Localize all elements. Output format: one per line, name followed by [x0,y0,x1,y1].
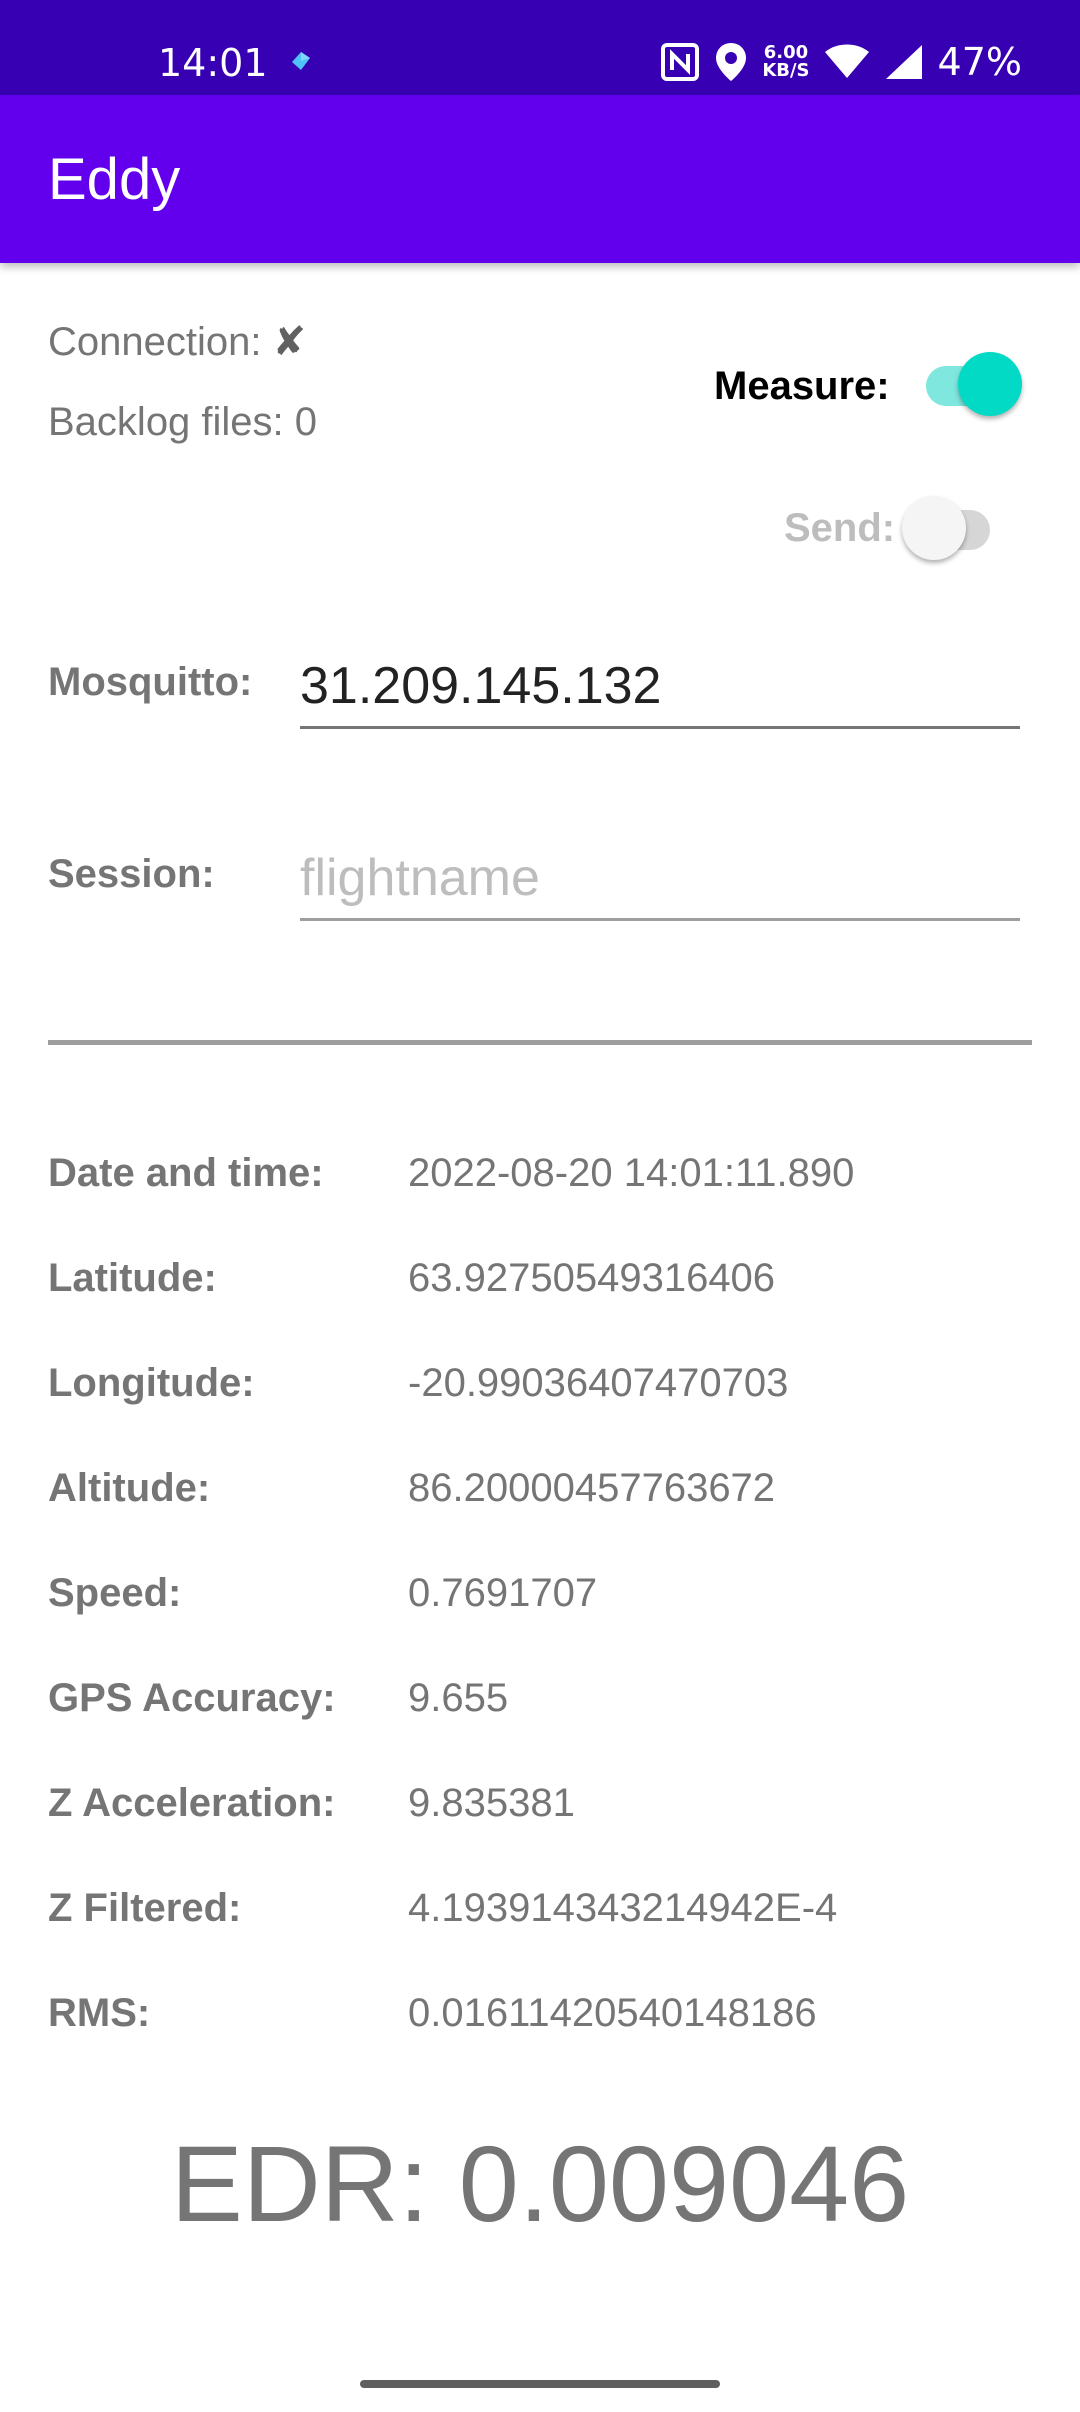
app-title: Eddy [48,147,181,212]
reading-label: GPS Accuracy: [48,1676,336,1720]
send-label: Send: [784,506,896,550]
reading-label: Z Acceleration: [48,1781,336,1825]
reading-value: 4.193914343214942E-4 [408,1886,838,1930]
measure-switch-thumb [958,352,1022,416]
status-time: 14:01 [158,41,268,85]
reading-label: Altitude: [48,1466,211,1510]
mosquitto-label: Mosquitto: [48,660,253,704]
send-switch-thumb [902,496,966,560]
connection-label: Connection: [48,320,262,364]
status-icons: 6.00 KB/S 47% [660,34,1022,90]
app-notification-icon [292,52,310,70]
measure-label: Measure: [714,364,890,408]
cell-signal-icon [885,45,922,79]
reading-value: -20.99036407470703 [408,1361,789,1405]
measure-switch[interactable] [926,352,1022,416]
reading-label: Longitude: [48,1361,255,1405]
reading-value: 0.01611420540148186 [408,1991,817,2035]
reading-label: Latitude: [48,1256,217,1300]
reading-value: 86.20000457763672 [408,1466,776,1510]
reading-label: Z Filtered: [48,1886,242,1930]
status-bar: 14:01 6.00 KB/S 47% [0,0,1080,95]
reading-label: Speed: [48,1571,182,1615]
nfc-icon [661,43,700,81]
mosquitto-input[interactable] [300,656,1000,716]
connection-status: Connection: ✘ [48,318,306,366]
network-speed: 6.00 KB/S [762,42,810,81]
location-icon [716,43,747,81]
mosquitto-field[interactable] [300,656,1020,729]
reading-value: 63.92750549316406 [408,1256,776,1300]
wifi-icon [824,44,869,78]
reading-value: 2022-08-20 14:01:11.890 [408,1151,855,1195]
gesture-nav-handle[interactable] [360,2380,720,2388]
edr-value: EDR: 0.009046 [170,2123,910,2244]
reading-label: RMS: [48,1991,151,2035]
send-switch[interactable] [902,496,998,560]
reading-value: 0.7691707 [408,1571,598,1615]
reading-value: 9.835381 [408,1781,575,1825]
session-field[interactable] [300,848,1020,921]
cross-icon: ✘ [272,320,307,364]
battery-percent: 47% [937,40,1022,84]
reading-value: 9.655 [408,1676,509,1720]
divider [48,1040,1032,1045]
session-input[interactable] [300,848,1000,908]
session-label: Session: [48,852,215,896]
reading-label: Date and time: [48,1151,324,1195]
app-bar: Eddy [0,95,1080,263]
backlog-files: Backlog files: 0 [48,400,318,444]
